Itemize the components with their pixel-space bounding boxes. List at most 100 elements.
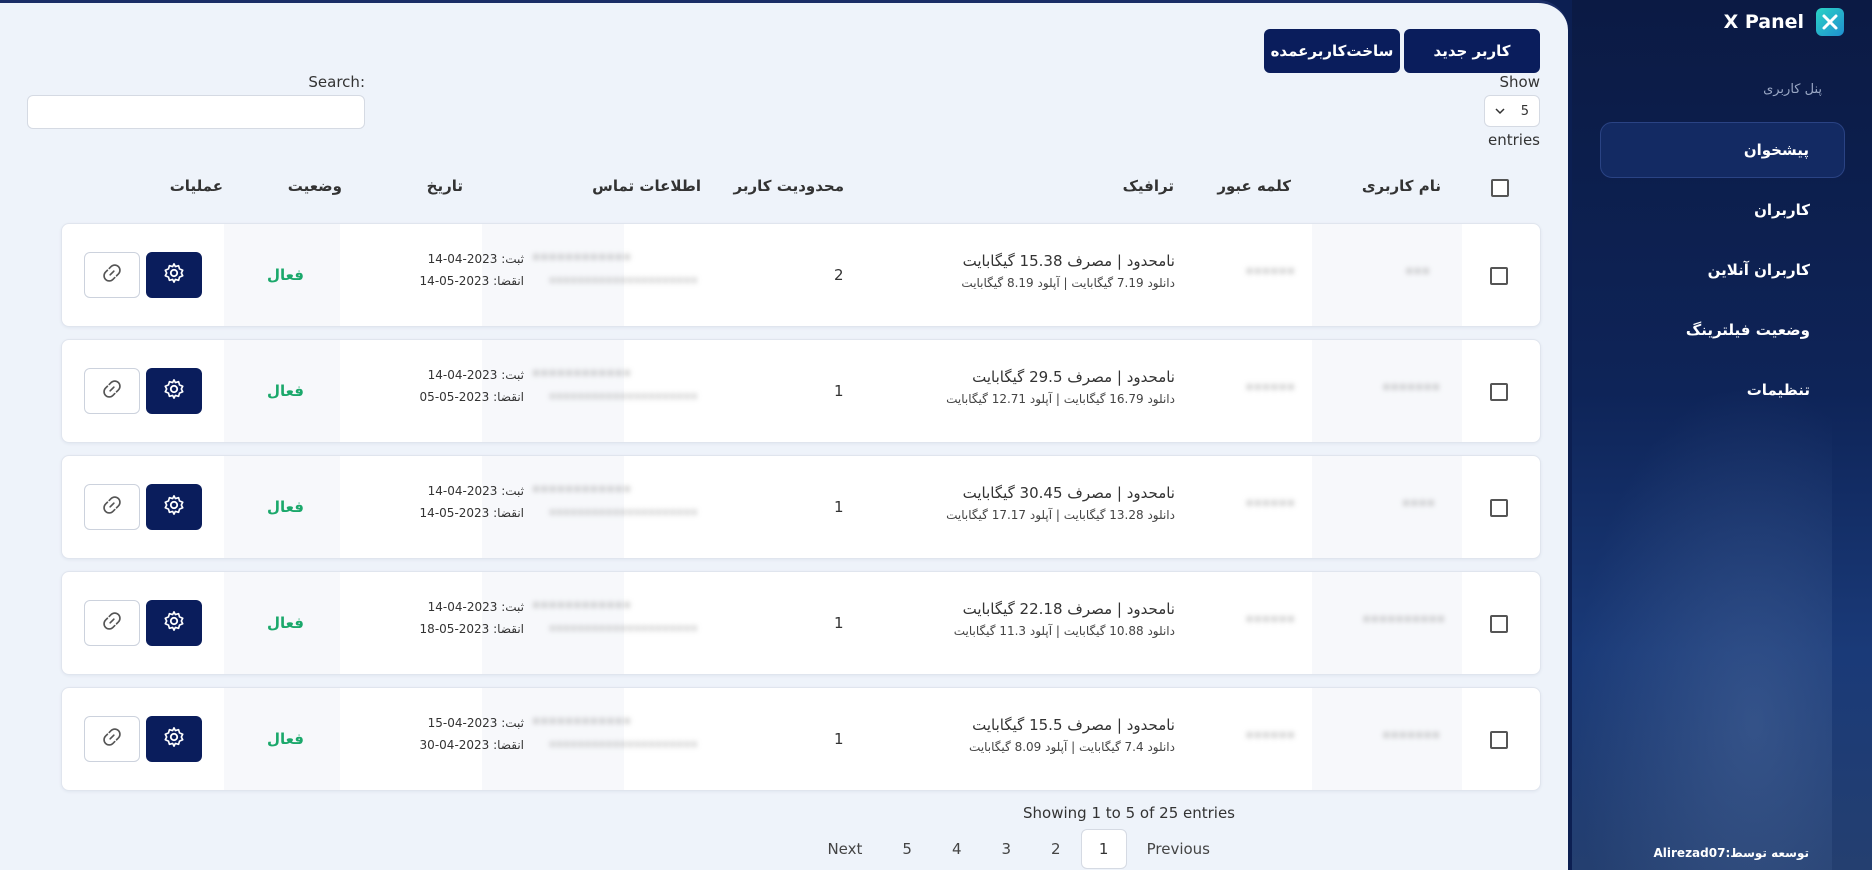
- pagination-page-1[interactable]: 1: [1080, 829, 1127, 869]
- sidebar-item-label: تنظیمات: [1746, 381, 1810, 399]
- sidebar-item-filtering-status[interactable]: وضعیت فیلترینگ: [1600, 302, 1845, 358]
- header-contact[interactable]: اطلاعات تماس: [592, 177, 701, 195]
- header-user-limit[interactable]: محدودیت کاربر: [734, 177, 844, 195]
- link-icon: [101, 610, 123, 636]
- row-checkbox[interactable]: [1490, 499, 1508, 517]
- row-checkbox[interactable]: [1490, 615, 1508, 633]
- user-limit: 1: [834, 730, 844, 748]
- row-checkbox[interactable]: [1490, 731, 1508, 749]
- date-cell: ثبت: 2023-04-14 انقضا: 2023-05-14: [362, 484, 524, 528]
- row-checkbox[interactable]: [1490, 267, 1508, 285]
- header-status[interactable]: وضعیت: [288, 177, 342, 195]
- traffic-usage: نامحدود | مصرف 22.18 گیگابایت: [962, 600, 1175, 618]
- table-info: Showing 1 to 5 of 25 entries: [1023, 804, 1235, 822]
- table-row: •••••••••• •••••• نامحدود | مصرف 22.18 گ…: [61, 571, 1541, 675]
- header-date[interactable]: تاریخ: [427, 177, 463, 195]
- sidebar-item-settings[interactable]: تنظیمات: [1600, 362, 1845, 418]
- chevron-down-icon: [1495, 104, 1505, 119]
- username-redacted: ••••: [1401, 496, 1435, 512]
- copy-link-button[interactable]: [84, 716, 140, 762]
- gear-icon: [163, 726, 185, 752]
- traffic-usage: نامحدود | مصرف 29.5 گیگابایت: [972, 368, 1175, 386]
- settings-button[interactable]: [146, 716, 202, 762]
- gear-icon: [163, 378, 185, 404]
- sidebar-item-online-users[interactable]: کاربران آنلاین: [1600, 242, 1845, 298]
- password-redacted: ••••••: [1245, 380, 1295, 396]
- password-redacted: ••••••: [1245, 496, 1295, 512]
- traffic-usage: نامحدود | مصرف 15.5 گیگابایت: [972, 716, 1175, 734]
- sidebar-section-label: پنل کاربری: [1763, 82, 1822, 97]
- username-redacted: ••••••••••: [1362, 612, 1445, 628]
- expiry-date: انقضا: 2023-05-05: [419, 390, 524, 404]
- table-body: ••• •••••• نامحدود | مصرف 15.38 گیگابایت…: [61, 223, 1541, 803]
- copy-link-button[interactable]: [84, 368, 140, 414]
- length-show-label: Show: [1499, 73, 1540, 91]
- entries-per-page-value: 5: [1520, 103, 1529, 119]
- pagination-page-3[interactable]: 3: [982, 829, 1032, 869]
- settings-button[interactable]: [146, 368, 202, 414]
- new-user-button[interactable]: کاربر جدید: [1404, 29, 1540, 73]
- contact-email-redacted: •••••••••••••••••••••: [549, 738, 698, 752]
- sidebar-item-label: کاربران آنلاین: [1707, 261, 1810, 279]
- copy-link-button[interactable]: [84, 484, 140, 530]
- row-checkbox[interactable]: [1490, 383, 1508, 401]
- developer-credit[interactable]: توسعه توسط:Alirezad07: [1654, 846, 1810, 860]
- status-badge: فعال: [267, 614, 304, 632]
- header-password[interactable]: کلمه عبور: [1217, 177, 1291, 195]
- traffic-detail: دانلود 7.4 گیگابایت | آپلود 8.09 گیگابای…: [969, 740, 1175, 754]
- status-badge: فعال: [267, 730, 304, 748]
- gear-icon: [163, 494, 185, 520]
- sidebar-item-users[interactable]: کاربران: [1600, 182, 1845, 238]
- pagination-page-2[interactable]: 2: [1031, 829, 1081, 869]
- contact-email-redacted: •••••••••••••••••••••: [549, 274, 698, 288]
- registration-date: ثبت: 2023-04-15: [427, 716, 524, 730]
- header-username[interactable]: نام کاربری: [1362, 177, 1441, 195]
- status-badge: فعال: [267, 498, 304, 516]
- header-traffic[interactable]: ترافیک: [1123, 177, 1174, 195]
- user-limit: 1: [834, 614, 844, 632]
- sidebar: X Panel پنل کاربری پیشخوان کاربران کاربر…: [1572, 0, 1872, 870]
- bulk-create-users-button[interactable]: ساخت‌کاربرعمده: [1264, 29, 1400, 73]
- expiry-date: انقضا: 2023-04-30: [419, 738, 524, 752]
- sidebar-item-label: وضعیت فیلترینگ: [1685, 321, 1810, 339]
- entries-per-page-select[interactable]: 5: [1484, 95, 1540, 127]
- registration-date: ثبت: 2023-04-14: [427, 252, 524, 266]
- table-row: •••• •••••• نامحدود | مصرف 30.45 گیگابای…: [61, 455, 1541, 559]
- brand[interactable]: X Panel: [1724, 8, 1844, 36]
- traffic-cell: نامحدود | مصرف 29.5 گیگابایت دانلود 16.7…: [946, 368, 1175, 406]
- sidebar-item-dashboard[interactable]: پیشخوان: [1600, 122, 1845, 178]
- main-content: کاربر جدید ساخت‌کاربرعمده Show 5 entries…: [0, 0, 1568, 870]
- registration-date: ثبت: 2023-04-14: [427, 484, 524, 498]
- copy-link-button[interactable]: [84, 252, 140, 298]
- status-badge: فعال: [267, 266, 304, 284]
- pagination-previous[interactable]: Previous: [1127, 829, 1230, 869]
- search-input[interactable]: [27, 95, 365, 129]
- contact-email-redacted: •••••••••••••••••••••: [549, 390, 698, 404]
- password-redacted: ••••••: [1245, 612, 1295, 628]
- expiry-date: انقضا: 2023-05-18: [419, 622, 524, 636]
- xpanel-logo-icon: [1816, 8, 1844, 36]
- username-redacted: •••: [1405, 264, 1430, 280]
- traffic-detail: دانلود 13.28 گیگابایت | آپلود 17.17 گیگا…: [946, 508, 1175, 522]
- pagination-next[interactable]: Next: [807, 829, 882, 869]
- traffic-cell: نامحدود | مصرف 15.5 گیگابایت دانلود 7.4 …: [969, 716, 1175, 754]
- contact-redacted: ••••••••••••: [532, 598, 632, 614]
- registration-date: ثبت: 2023-04-14: [427, 368, 524, 382]
- settings-button[interactable]: [146, 600, 202, 646]
- header-operations: عملیات: [169, 177, 223, 195]
- username-redacted: •••••••: [1382, 728, 1440, 744]
- user-limit: 1: [834, 498, 844, 516]
- sidebar-item-label: پیشخوان: [1743, 141, 1809, 159]
- toolbar: کاربر جدید ساخت‌کاربرعمده: [1264, 29, 1540, 73]
- expiry-date: انقضا: 2023-05-14: [419, 506, 524, 520]
- brand-title: X Panel: [1723, 11, 1804, 33]
- settings-button[interactable]: [146, 252, 202, 298]
- select-all-checkbox[interactable]: [1491, 179, 1509, 197]
- pagination-page-5[interactable]: 5: [882, 829, 932, 869]
- table-row: ••••••• •••••• نامحدود | مصرف 29.5 گیگاب…: [61, 339, 1541, 443]
- table-row: ••••••• •••••• نامحدود | مصرف 15.5 گیگاب…: [61, 687, 1541, 791]
- date-cell: ثبت: 2023-04-14 انقضا: 2023-05-14: [362, 252, 524, 296]
- copy-link-button[interactable]: [84, 600, 140, 646]
- settings-button[interactable]: [146, 484, 202, 530]
- pagination-page-4[interactable]: 4: [932, 829, 982, 869]
